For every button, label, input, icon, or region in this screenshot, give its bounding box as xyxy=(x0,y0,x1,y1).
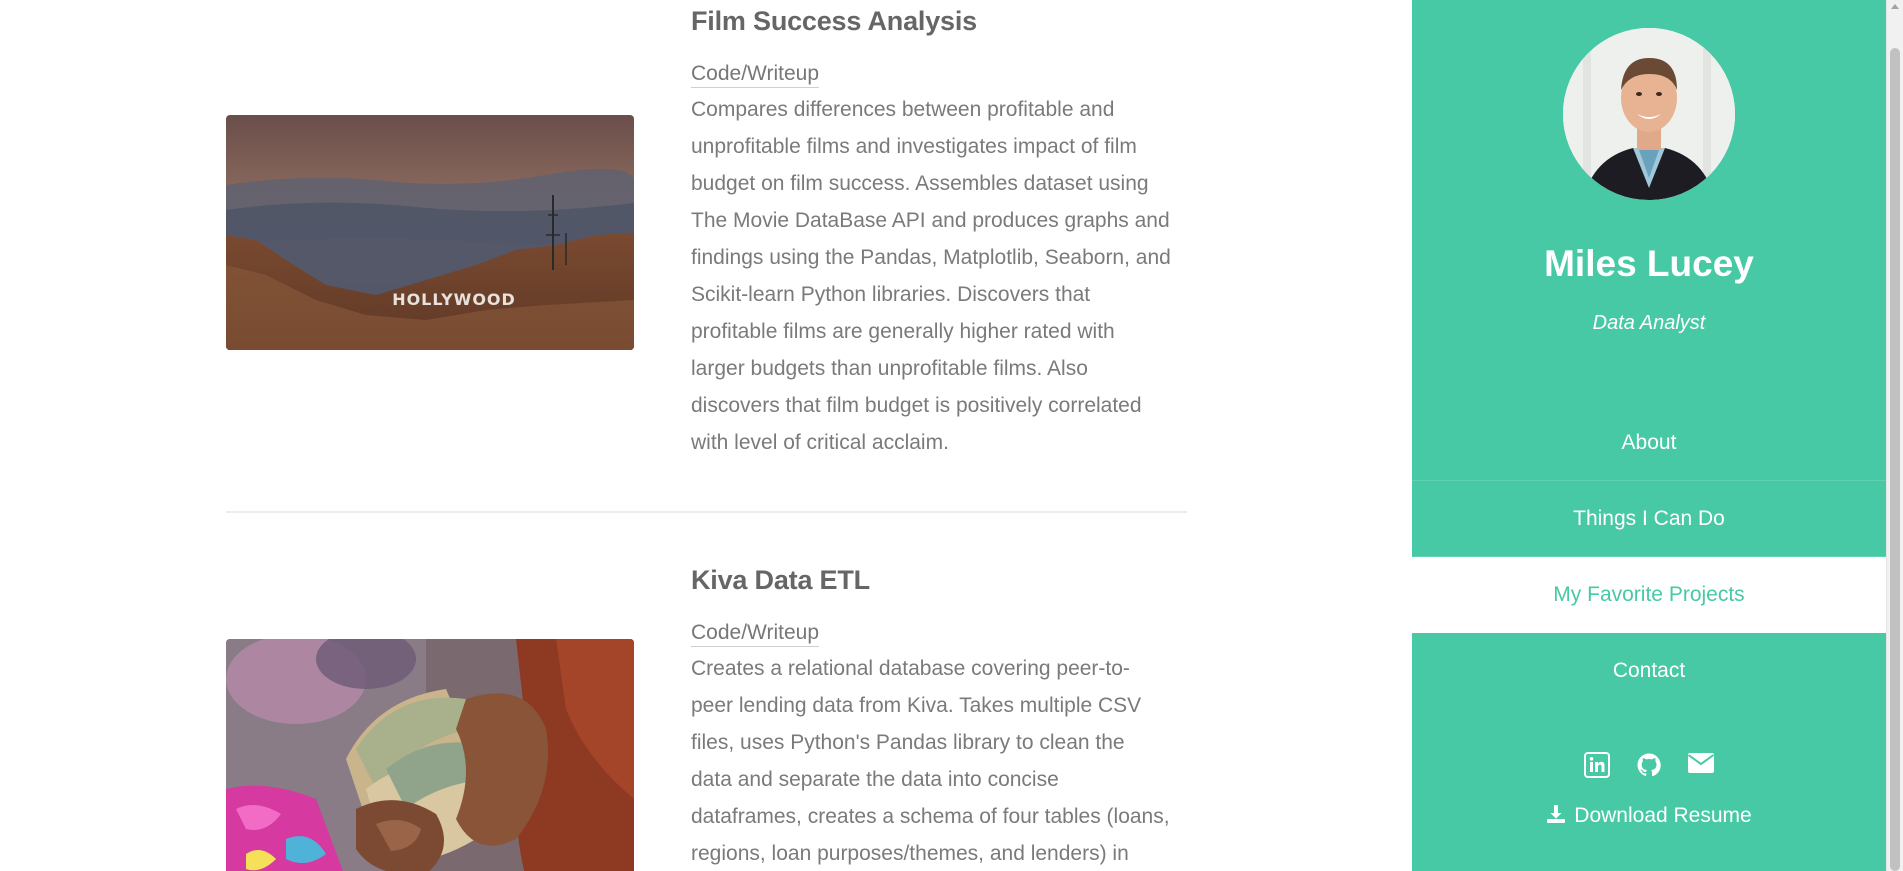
project-description: Creates a relational database covering p… xyxy=(691,657,1170,865)
scrollbar-thumb[interactable] xyxy=(1890,48,1900,871)
main-content: HOLLYWOOD Film Success Analysis Code/Wri… xyxy=(0,0,1412,871)
hollywood-sign-photo: HOLLYWOOD xyxy=(226,115,634,350)
download-icon xyxy=(1547,805,1566,823)
project-title: Kiva Data ETL xyxy=(691,565,870,595)
download-resume-link[interactable]: Download Resume xyxy=(1412,804,1886,828)
project-text: Film Success Analysis Code/Writeup Compa… xyxy=(691,0,1171,461)
avatar xyxy=(1563,28,1735,200)
profile-role: Data Analyst xyxy=(1592,312,1706,334)
project-card: HOLLYWOOD Film Success Analysis Code/Wri… xyxy=(226,0,1186,511)
project-text: Kiva Data ETL Code/Writeup Creates a rel… xyxy=(691,560,1171,871)
svg-text:HOLLYWOOD: HOLLYWOOD xyxy=(392,290,516,309)
linkedin-icon[interactable] xyxy=(1583,752,1611,780)
download-resume-label: Download Resume xyxy=(1574,804,1752,827)
code-writeup-link[interactable]: Code/Writeup xyxy=(691,620,820,647)
project-title: Film Success Analysis xyxy=(691,6,977,36)
nav-item-my-favorite-projects[interactable]: My Favorite Projects xyxy=(1412,557,1886,633)
nav-item-contact[interactable]: Contact xyxy=(1412,633,1886,709)
sidebar-nav: About Things I Can Do My Favorite Projec… xyxy=(1412,405,1886,709)
social-links xyxy=(1412,752,1886,780)
nav-item-things-i-can-do[interactable]: Things I Can Do xyxy=(1412,481,1886,557)
code-writeup-link[interactable]: Code/Writeup xyxy=(691,61,820,88)
cash-in-hand-photo xyxy=(226,639,634,871)
sidebar: Miles Lucey Data Analyst About Things I … xyxy=(1412,0,1886,871)
envelope-icon[interactable] xyxy=(1687,752,1715,780)
project-description: Compares differences between profitable … xyxy=(691,98,1171,454)
profile-name: Miles Lucey xyxy=(1544,243,1754,284)
project-divider xyxy=(226,511,1187,513)
project-card: Kiva Data ETL Code/Writeup Creates a rel… xyxy=(226,560,1186,871)
scroll-up-arrow-icon[interactable] xyxy=(1891,4,1899,9)
github-icon[interactable] xyxy=(1635,752,1663,780)
vertical-scrollbar[interactable] xyxy=(1886,0,1903,871)
nav-item-about[interactable]: About xyxy=(1412,405,1886,481)
